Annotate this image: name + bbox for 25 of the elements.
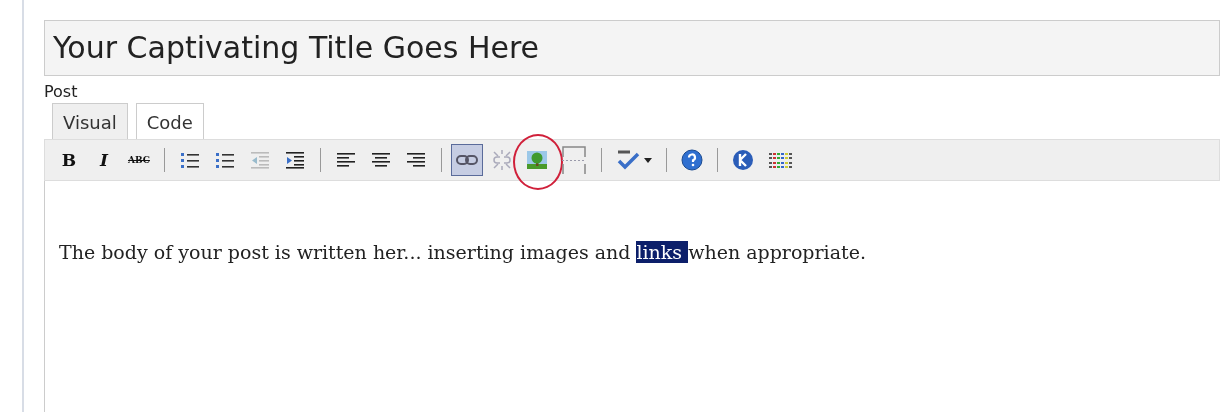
link-button[interactable] <box>451 144 483 176</box>
strikethrough-button[interactable]: ABC <box>123 144 155 176</box>
tree-image-icon <box>527 151 547 169</box>
align-right-icon <box>406 151 426 169</box>
editor-tab[interactable]: Visual <box>52 103 128 139</box>
editor-tab[interactable]: Code <box>135 103 204 139</box>
k-logo-icon <box>732 149 754 171</box>
editor-area[interactable]: The body of your post is written her... inserting images and links when appropriate. <box>44 181 1220 412</box>
help-icon <box>681 149 703 171</box>
bullet-list-icon <box>180 151 200 169</box>
bold-button[interactable]: B <box>53 144 85 176</box>
post-label: Post <box>44 82 79 101</box>
caret-icon <box>644 157 652 163</box>
color-grid-icon <box>767 150 793 170</box>
page-break-icon <box>561 145 587 175</box>
link-icon <box>456 154 478 166</box>
indent-icon <box>285 151 305 169</box>
unlink-icon <box>491 149 513 171</box>
spellcheck-icon <box>616 150 640 170</box>
align-center-icon <box>371 151 391 169</box>
italic-button[interactable]: I <box>88 144 120 176</box>
outdent-icon <box>250 151 270 169</box>
body-text: The body of your post is written her... inserting images and links when appropriate. <box>59 241 867 263</box>
align-left-icon <box>336 151 356 169</box>
title-field[interactable]: Your Captivating Title Goes Here <box>44 20 1220 76</box>
